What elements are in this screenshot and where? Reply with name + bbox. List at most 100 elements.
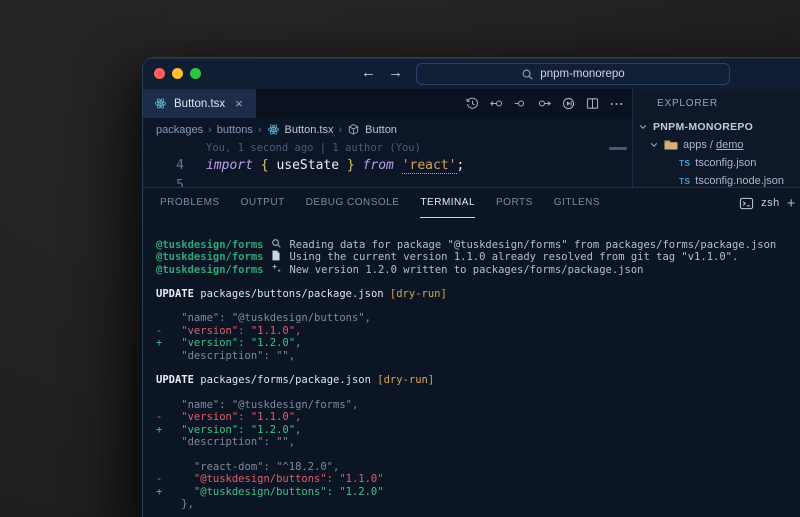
shell-label[interactable]: zsh — [761, 197, 780, 209]
root-label: PNPM-MONOREPO — [653, 121, 753, 133]
breadcrumb-packages[interactable]: packages — [156, 124, 203, 136]
tab-button-tsx[interactable]: Button.tsx × — [143, 89, 256, 118]
code-editor[interactable]: You, 1 second ago | 1 author (You) 4 imp… — [143, 141, 632, 187]
folder-current: demo — [716, 139, 744, 151]
symbol-cube-icon — [347, 123, 360, 136]
terminal-prompt-icon — [739, 196, 754, 211]
sparkle-icon — [263, 263, 289, 276]
terminal-line: "react-dom": "^18.2.0", — [156, 461, 800, 473]
search-icon — [263, 238, 289, 251]
tab-label: Button.tsx — [174, 98, 225, 110]
terminal-line: "description": "", — [156, 350, 800, 362]
folder-icon — [664, 139, 678, 151]
next-change-icon[interactable] — [537, 96, 552, 111]
history-navigation: ← → — [361, 62, 403, 84]
terminal-line: + "version": "1.2.0", — [156, 424, 800, 436]
split-editor-icon[interactable] — [585, 96, 600, 111]
tab-gitlens[interactable]: GITLENS — [554, 188, 600, 218]
document-icon — [263, 250, 289, 263]
open-changes-icon[interactable] — [513, 96, 528, 111]
breadcrumb-separator: › — [258, 124, 262, 136]
react-icon — [267, 123, 280, 136]
vscode-window: ← → pnpm-monorepo Button.tsx × — [142, 57, 800, 517]
terminal-line — [156, 300, 800, 312]
tab-ports[interactable]: PORTS — [496, 188, 533, 218]
terminal-line: + "version": "1.2.0", — [156, 337, 800, 349]
bottom-panel: PROBLEMS OUTPUT DEBUG CONSOLE TERMINAL P… — [143, 187, 800, 517]
editor-group: Button.tsx × packages › — [143, 89, 633, 187]
minimize-window-button[interactable] — [172, 68, 183, 79]
search-value: pnpm-monorepo — [540, 68, 624, 80]
back-button[interactable]: ← — [361, 62, 376, 84]
breadcrumb-symbol[interactable]: Button — [365, 124, 397, 136]
tree-folder-apps-demo[interactable]: apps / demo — [633, 136, 800, 154]
new-terminal-button[interactable]: + — [787, 195, 796, 212]
zoom-window-button[interactable] — [190, 68, 201, 79]
react-icon — [154, 97, 167, 110]
close-window-button[interactable] — [154, 68, 165, 79]
terminal-line — [156, 362, 800, 374]
folder-label: apps / demo — [683, 139, 744, 151]
tab-debug-console[interactable]: DEBUG CONSOLE — [306, 188, 400, 218]
line-number: 5 — [143, 176, 184, 187]
code-line-5-partial: 5 — [143, 176, 632, 187]
terminal-line: - "@tuskdesign/buttons": "1.1.0" — [156, 473, 800, 485]
terminal-line — [156, 275, 800, 287]
breadcrumb-buttons[interactable]: buttons — [217, 124, 253, 136]
panel-tab-bar: PROBLEMS OUTPUT DEBUG CONSOLE TERMINAL P… — [143, 188, 800, 218]
terminal-line: "name": "@tuskdesign/forms", — [156, 399, 800, 411]
code-text: import { useState } from 'react'; — [184, 156, 464, 176]
explorer-title: EXPLORER — [633, 89, 800, 118]
terminal-line: - "version": "1.1.0", — [156, 411, 800, 423]
more-actions-icon[interactable] — [609, 96, 624, 111]
terminal-line: + "@tuskdesign/buttons": "1.2.0" — [156, 486, 800, 498]
terminal-line: }, — [156, 498, 800, 510]
titlebar: ← → pnpm-monorepo — [143, 58, 800, 89]
file-label: tsconfig.json — [695, 157, 756, 169]
terminal-line — [156, 449, 800, 461]
chevron-down-icon — [638, 122, 648, 132]
terminal-line — [156, 387, 800, 399]
tree-root-pnpm-monorepo[interactable]: PNPM-MONOREPO — [633, 118, 800, 136]
typescript-icon: TS — [679, 158, 690, 168]
search-icon — [521, 68, 534, 81]
file-tree: PNPM-MONOREPO apps / demo TS tsconfig.js… — [633, 118, 800, 187]
editor-tab-bar: Button.tsx × — [143, 89, 632, 118]
terminal-line: "name": "@tuskdesign/buttons", — [156, 312, 800, 324]
terminal-tools: zsh + — [739, 188, 796, 218]
terminal-output[interactable]: @tuskdesign/formsReading data for packag… — [143, 218, 800, 517]
timeline-icon[interactable] — [465, 96, 480, 111]
desktop-background: ← → pnpm-monorepo Button.tsx × — [0, 0, 800, 517]
tree-file-tsconfig[interactable]: TS tsconfig.json — [633, 154, 800, 172]
file-label: tsconfig.node.json — [695, 175, 784, 187]
terminal-line: UPDATE packages/buttons/package.json [dr… — [156, 288, 800, 300]
explorer-sidebar: EXPLORER PNPM-MONOREPO apps / demo TS ts… — [633, 89, 800, 187]
traffic-lights — [154, 68, 201, 79]
main-row: Button.tsx × packages › — [143, 89, 800, 187]
breadcrumb-separator: › — [208, 124, 212, 136]
command-center-search[interactable]: pnpm-monorepo — [416, 63, 730, 85]
tree-file-tsconfig-node[interactable]: TS tsconfig.node.json — [633, 172, 800, 187]
tab-terminal[interactable]: TERMINAL — [420, 188, 475, 218]
terminal-line: @tuskdesign/formsNew version 1.2.0 writt… — [156, 263, 800, 275]
breadcrumb-file[interactable]: Button.tsx — [285, 124, 334, 136]
code-line-4: 4 import { useState } from 'react'; — [143, 156, 632, 176]
tab-output[interactable]: OUTPUT — [241, 188, 285, 218]
run-debug-icon[interactable] — [561, 96, 576, 111]
breadcrumb: packages › buttons › Button.tsx › Button — [143, 118, 632, 141]
close-tab-icon[interactable]: × — [235, 96, 243, 111]
terminal-line: @tuskdesign/formsReading data for packag… — [156, 238, 800, 250]
tab-problems[interactable]: PROBLEMS — [160, 188, 220, 218]
breadcrumb-separator: › — [338, 124, 342, 136]
git-blame-annotation: You, 1 second ago | 1 author (You) — [143, 141, 632, 156]
editor-actions — [465, 89, 624, 118]
terminal-line: @tuskdesign/formsUsing the current versi… — [156, 250, 800, 262]
typescript-icon: TS — [679, 176, 690, 186]
terminal-line: UPDATE packages/forms/package.json [dry-… — [156, 374, 800, 386]
editor-scrollbar-thumb[interactable] — [609, 147, 627, 150]
forward-button[interactable]: → — [388, 62, 403, 84]
previous-change-icon[interactable] — [489, 96, 504, 111]
terminal-line: - "version": "1.1.0", — [156, 325, 800, 337]
chevron-down-icon — [649, 140, 659, 150]
terminal-line: "description": "", — [156, 436, 800, 448]
